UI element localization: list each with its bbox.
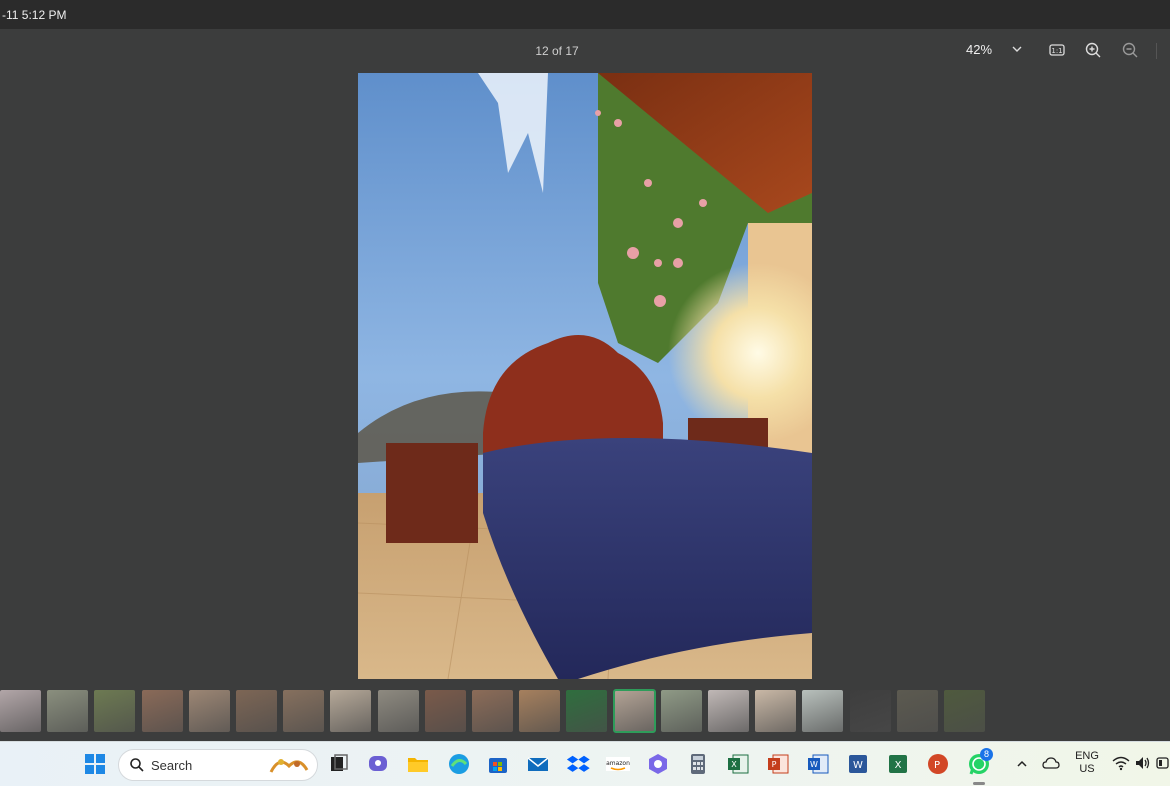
thumbnail-9[interactable] xyxy=(378,690,419,732)
whatsapp-badge: 8 xyxy=(980,748,993,761)
svg-text:X: X xyxy=(731,760,737,769)
thumbnail-11[interactable] xyxy=(472,690,513,732)
teams-chat-icon[interactable] xyxy=(365,751,391,777)
actual-size-icon[interactable]: 1:1 xyxy=(1047,40,1067,60)
chevron-down-icon[interactable] xyxy=(1010,42,1024,56)
zoom-in-icon[interactable] xyxy=(1083,40,1103,60)
thumbnail-12[interactable] xyxy=(519,690,560,732)
svg-text:P: P xyxy=(934,760,940,771)
language-indicator[interactable]: ENG US xyxy=(1068,750,1106,776)
dropbox-icon[interactable] xyxy=(565,751,591,777)
excel-classic-icon[interactable]: X xyxy=(885,751,911,777)
thumbnail-6[interactable] xyxy=(236,690,277,732)
word-icon[interactable]: W xyxy=(805,751,831,777)
onedrive-cloud-icon[interactable] xyxy=(1042,755,1060,771)
amazon-icon[interactable]: amazon xyxy=(605,751,631,777)
thumbnail-3[interactable] xyxy=(94,690,135,732)
chevron-up-icon[interactable] xyxy=(1015,757,1029,771)
clock-text: -11 5:12 PM xyxy=(2,8,67,22)
thumbnail-15[interactable] xyxy=(661,690,702,732)
svg-text:P: P xyxy=(772,760,777,769)
thumbnail-2[interactable] xyxy=(47,690,88,732)
powerpoint-classic-icon[interactable]: P xyxy=(925,751,951,777)
thumbnail-5[interactable] xyxy=(189,690,230,732)
zoom-out-icon[interactable] xyxy=(1120,40,1140,60)
taskbar-search[interactable]: Search xyxy=(118,749,318,781)
language-code: ENG xyxy=(1075,750,1099,762)
search-highlight-icon xyxy=(269,759,309,773)
photo-viewer: 12 of 17 42% 1:1 xyxy=(0,29,1170,741)
windows-start-icon[interactable] xyxy=(82,751,108,777)
thumbnail-4[interactable] xyxy=(142,690,183,732)
zoom-level[interactable]: 42% xyxy=(966,42,992,57)
toolbar-divider xyxy=(1156,43,1157,59)
copilot-icon[interactable] xyxy=(645,751,671,777)
thumbnail-18[interactable] xyxy=(802,690,843,732)
file-explorer-icon[interactable] xyxy=(405,751,431,777)
battery-icon[interactable] xyxy=(1156,757,1170,769)
region-code: US xyxy=(1079,763,1095,775)
thumbnail-17[interactable] xyxy=(755,690,796,732)
thumbnail-20[interactable] xyxy=(897,690,938,732)
task-view-icon[interactable] xyxy=(326,751,352,777)
svg-text:W: W xyxy=(810,760,818,769)
wifi-icon[interactable] xyxy=(1112,755,1130,771)
thumbnail-1[interactable] xyxy=(0,690,41,732)
thumbnail-strip xyxy=(0,689,1170,733)
thumbnail-21[interactable] xyxy=(944,690,985,732)
thumbnail-7[interactable] xyxy=(283,690,324,732)
svg-text:X: X xyxy=(895,760,902,771)
mail-icon[interactable] xyxy=(525,751,551,777)
thumbnail-19[interactable] xyxy=(850,690,891,732)
main-photo xyxy=(358,73,812,679)
taskbar: Search amazon X P W W X P 8 ENG US xyxy=(0,741,1170,786)
powerpoint-icon[interactable]: P xyxy=(765,751,791,777)
word-classic-icon[interactable]: W xyxy=(845,751,871,777)
thumbnail-8[interactable] xyxy=(330,690,371,732)
store-icon[interactable] xyxy=(485,751,511,777)
svg-text:amazon: amazon xyxy=(606,760,630,767)
thumbnail-16[interactable] xyxy=(708,690,749,732)
search-icon xyxy=(130,758,144,772)
thumbnail-14[interactable] xyxy=(613,689,656,733)
search-label: Search xyxy=(151,758,193,773)
thumbnail-13[interactable] xyxy=(566,690,607,732)
svg-text:W: W xyxy=(853,760,863,771)
excel-icon[interactable]: X xyxy=(725,751,751,777)
title-bar: -11 5:12 PM xyxy=(0,0,1170,29)
thumbnail-10[interactable] xyxy=(425,690,466,732)
svg-text:1:1: 1:1 xyxy=(1051,47,1062,55)
volume-icon[interactable] xyxy=(1134,755,1152,771)
bedroom-photo xyxy=(358,73,812,679)
calculator-icon[interactable] xyxy=(685,751,711,777)
edge-browser-icon[interactable] xyxy=(446,751,472,777)
image-counter: 12 of 17 xyxy=(535,44,579,58)
